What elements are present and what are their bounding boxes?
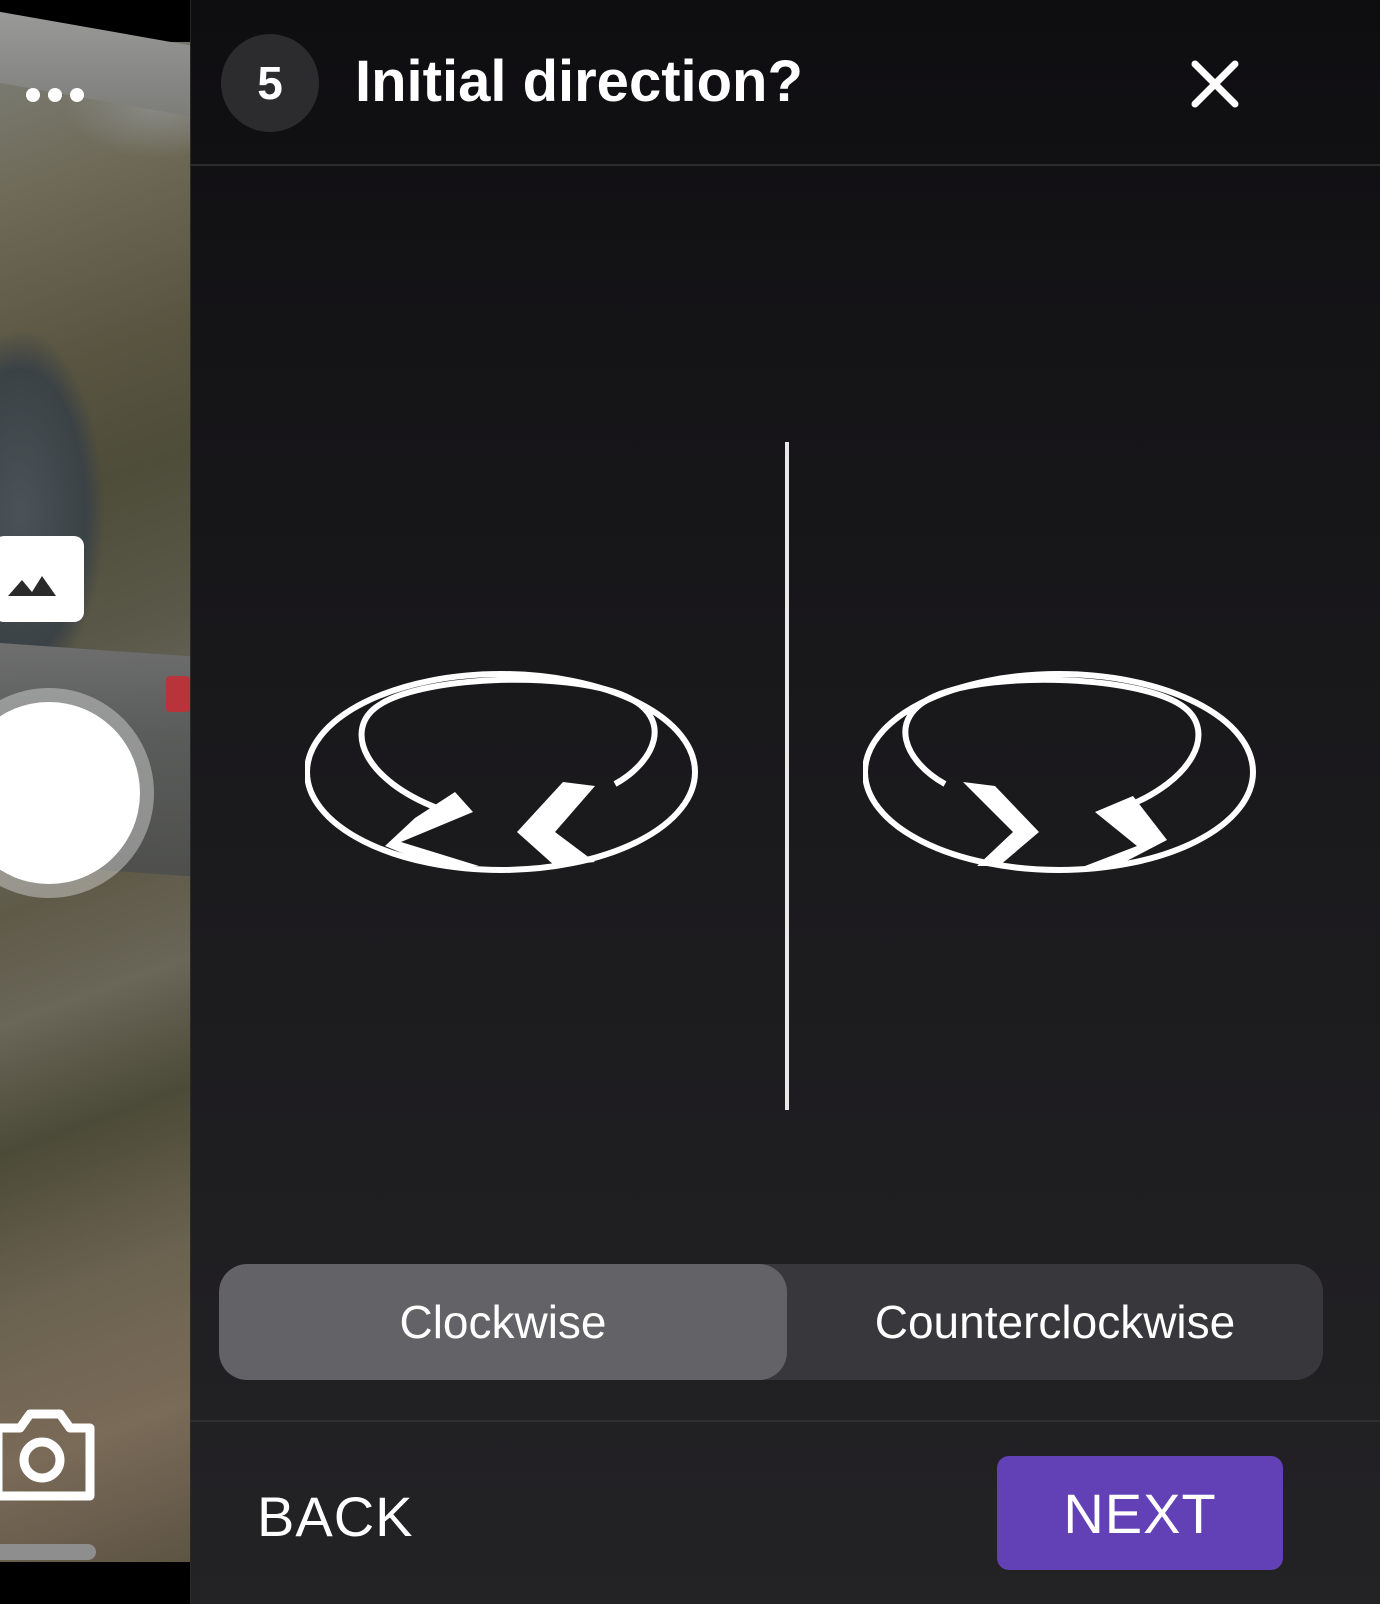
car <box>166 676 190 712</box>
step-badge: 5 <box>221 34 319 132</box>
close-icon[interactable] <box>1183 52 1247 116</box>
orbit-clockwise-icon <box>305 671 698 873</box>
camera-icon[interactable] <box>0 1400 100 1510</box>
divider-line <box>785 442 789 1110</box>
direction-dialog: 5 Initial direction? Clockwise Countercl… <box>190 0 1380 1604</box>
direction-illustration <box>191 166 1380 1226</box>
home-indicator <box>0 1544 96 1560</box>
dialog-title: Initial direction? <box>355 49 803 114</box>
app-screen: 5 Initial direction? Clockwise Countercl… <box>0 0 1380 1604</box>
gallery-mountains-icon <box>8 576 56 596</box>
gallery-button[interactable] <box>0 536 84 622</box>
orbit-counterclockwise-icon <box>863 671 1256 873</box>
dialog-header: 5 Initial direction? <box>191 0 1380 166</box>
dialog-footer: BACK NEXT <box>191 1420 1380 1604</box>
segment-clockwise[interactable]: Clockwise <box>219 1264 787 1380</box>
next-button[interactable]: NEXT <box>997 1456 1283 1570</box>
camera-preview <box>0 0 190 1604</box>
back-button[interactable]: BACK <box>257 1484 414 1549</box>
segment-counterclockwise[interactable]: Counterclockwise <box>787 1264 1323 1380</box>
bottom-band <box>0 1562 190 1604</box>
direction-segmented-control: Clockwise Counterclockwise <box>219 1264 1323 1380</box>
more-horizontal-icon[interactable] <box>26 88 84 102</box>
